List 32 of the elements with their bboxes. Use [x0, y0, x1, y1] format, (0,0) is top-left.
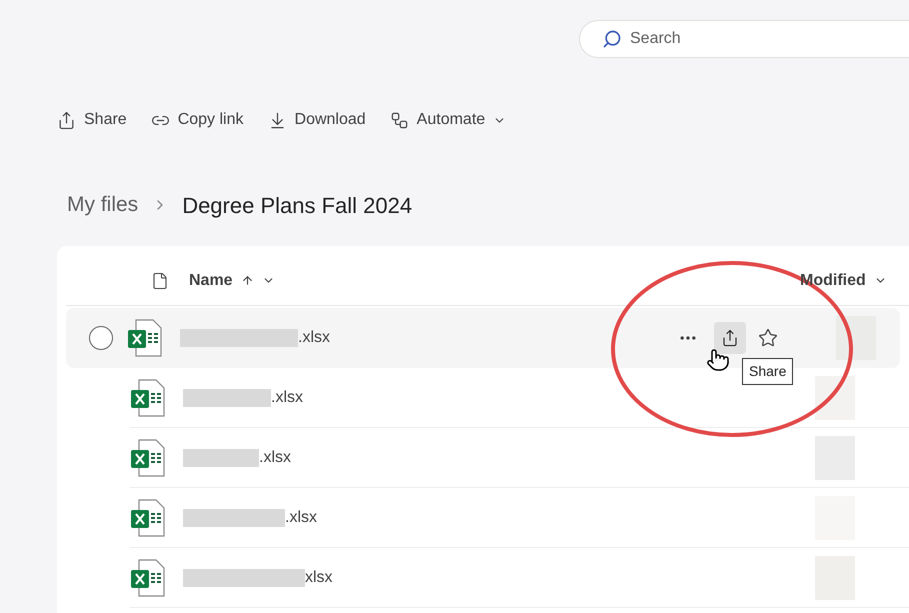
- file-row[interactable]: .xlsx: [130, 488, 909, 548]
- share-button[interactable]: [714, 322, 746, 354]
- search-input[interactable]: Search: [630, 27, 830, 51]
- file-name[interactable]: .xlsx: [285, 506, 317, 530]
- file-row[interactable]: xlsx: [130, 548, 909, 608]
- toolbar-button[interactable]: Automate: [390, 108, 506, 132]
- breadcrumb-item[interactable]: My files: [67, 189, 138, 221]
- breadcrumb-item: Degree Plans Fall 2024: [182, 192, 412, 220]
- toolbar-button[interactable]: Download: [268, 108, 366, 132]
- spreadsheet-file-icon: [130, 438, 166, 476]
- spreadsheet-file-icon: [130, 558, 166, 596]
- file-name[interactable]: xlsx: [305, 566, 333, 590]
- search-icon: [602, 29, 622, 49]
- search-field[interactable]: Search: [579, 20, 909, 58]
- toolbar-button[interactable]: Share: [57, 108, 127, 132]
- share-icon: [721, 329, 739, 347]
- select-radio[interactable]: [89, 326, 113, 350]
- file-name[interactable]: .xlsx: [259, 446, 291, 470]
- share-icon: [57, 110, 76, 130]
- automate-icon: [390, 110, 409, 130]
- spreadsheet-file-icon: [127, 319, 163, 357]
- blurred-date: [836, 316, 876, 360]
- file-row[interactable]: .xlsx: [130, 428, 909, 488]
- tooltip: Share: [742, 358, 794, 385]
- spreadsheet-file-icon: [130, 498, 166, 536]
- file-type-icon: [151, 272, 169, 290]
- column-header[interactable]: Name: [189, 268, 800, 292]
- spreadsheet-file-icon: [130, 378, 166, 416]
- file-name[interactable]: .xlsx: [298, 326, 330, 350]
- toolbar-button[interactable]: Copy link: [150, 108, 244, 132]
- star-icon[interactable]: [758, 328, 778, 348]
- file-name[interactable]: .xlsx: [271, 386, 303, 410]
